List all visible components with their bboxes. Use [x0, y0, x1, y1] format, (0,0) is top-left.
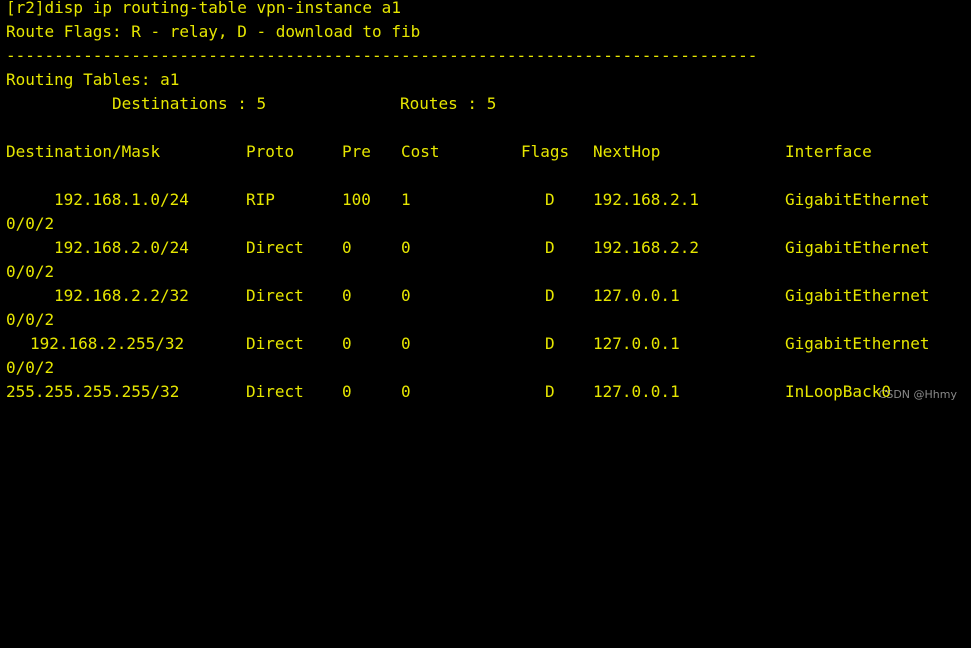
row-flags: D — [545, 334, 555, 353]
header-flags: Flags — [521, 142, 570, 161]
separator-line: ----------------------------------------… — [6, 46, 758, 65]
row-interface: GigabitEthernet — [785, 286, 930, 305]
row-destination: 192.168.2.255/32 — [30, 334, 185, 353]
row-nexthop: 127.0.0.1 — [593, 334, 680, 353]
row-flags: D — [545, 190, 555, 209]
row-proto: Direct — [246, 286, 304, 305]
row-nexthop: 127.0.0.1 — [593, 286, 680, 305]
row-interface: GigabitEthernet — [785, 334, 930, 353]
header-cost: Cost — [401, 142, 440, 161]
row-flags: D — [545, 286, 555, 305]
route-flags-legend: Route Flags: R - relay, D - download to … — [6, 22, 421, 41]
row-proto: Direct — [246, 238, 304, 257]
row-interface: GigabitEthernet — [785, 238, 930, 257]
row-interface-continuation: 0/0/2 — [6, 214, 55, 233]
row-pre: 100 — [342, 190, 371, 209]
row-destination: 192.168.2.0/24 — [54, 238, 189, 257]
table-row: 192.168.2.255/32 Direct 0 0 D 127.0.0.1 … — [6, 332, 966, 356]
row-cost: 0 — [401, 286, 411, 305]
row-cost: 0 — [401, 382, 411, 401]
row-flags: D — [545, 238, 555, 257]
watermark: CSDN @Hhmy — [878, 388, 957, 401]
row-pre: 0 — [342, 334, 352, 353]
header-proto: Proto — [246, 142, 295, 161]
row-cost: 0 — [401, 334, 411, 353]
destinations-count: Destinations : 5 — [112, 94, 267, 113]
row-pre: 0 — [342, 382, 352, 401]
row-pre: 0 — [342, 238, 352, 257]
header-interface: Interface — [785, 142, 872, 161]
row-proto: Direct — [246, 334, 304, 353]
row-proto: Direct — [246, 382, 304, 401]
row-interface-continuation: 0/0/2 — [6, 262, 55, 281]
table-row: 255.255.255.255/32 Direct 0 0 D 127.0.0.… — [6, 380, 966, 404]
row-proto: RIP — [246, 190, 275, 209]
row-pre: 0 — [342, 286, 352, 305]
routing-tables-label: Routing Tables: a1 — [6, 70, 180, 89]
row-interface: GigabitEthernet — [785, 190, 930, 209]
header-destination: Destination/Mask — [6, 142, 161, 161]
row-nexthop: 127.0.0.1 — [593, 382, 680, 401]
table-header: Destination/Mask Proto Pre Cost Flags Ne… — [6, 140, 966, 164]
row-nexthop: 192.168.2.2 — [593, 238, 699, 257]
header-nexthop: NextHop — [593, 142, 661, 161]
table-row: 192.168.1.0/24 RIP 100 1 D 192.168.2.1 G… — [6, 188, 966, 212]
row-interface-continuation: 0/0/2 — [6, 310, 55, 329]
table-row: 192.168.2.0/24 Direct 0 0 D 192.168.2.2 … — [6, 236, 966, 260]
row-cost: 1 — [401, 190, 411, 209]
terminal-window[interactable]: [r2]disp ip routing-table vpn-instance a… — [0, 0, 971, 408]
row-destination: 192.168.2.2/32 — [54, 286, 189, 305]
routes-count: Routes : 5 — [400, 94, 497, 113]
row-cost: 0 — [401, 238, 411, 257]
row-interface: InLoopBack0 — [785, 382, 891, 401]
header-pre: Pre — [342, 142, 371, 161]
command-line: [r2]disp ip routing-table vpn-instance a… — [6, 0, 401, 17]
row-destination: 255.255.255.255/32 — [6, 382, 180, 401]
row-interface-continuation: 0/0/2 — [6, 358, 55, 377]
summary-line: Destinations : 5 Routes : 5 — [6, 92, 496, 116]
row-destination: 192.168.1.0/24 — [54, 190, 189, 209]
row-nexthop: 192.168.2.1 — [593, 190, 699, 209]
table-row: 192.168.2.2/32 Direct 0 0 D 127.0.0.1 Gi… — [6, 284, 966, 308]
row-flags: D — [545, 382, 555, 401]
